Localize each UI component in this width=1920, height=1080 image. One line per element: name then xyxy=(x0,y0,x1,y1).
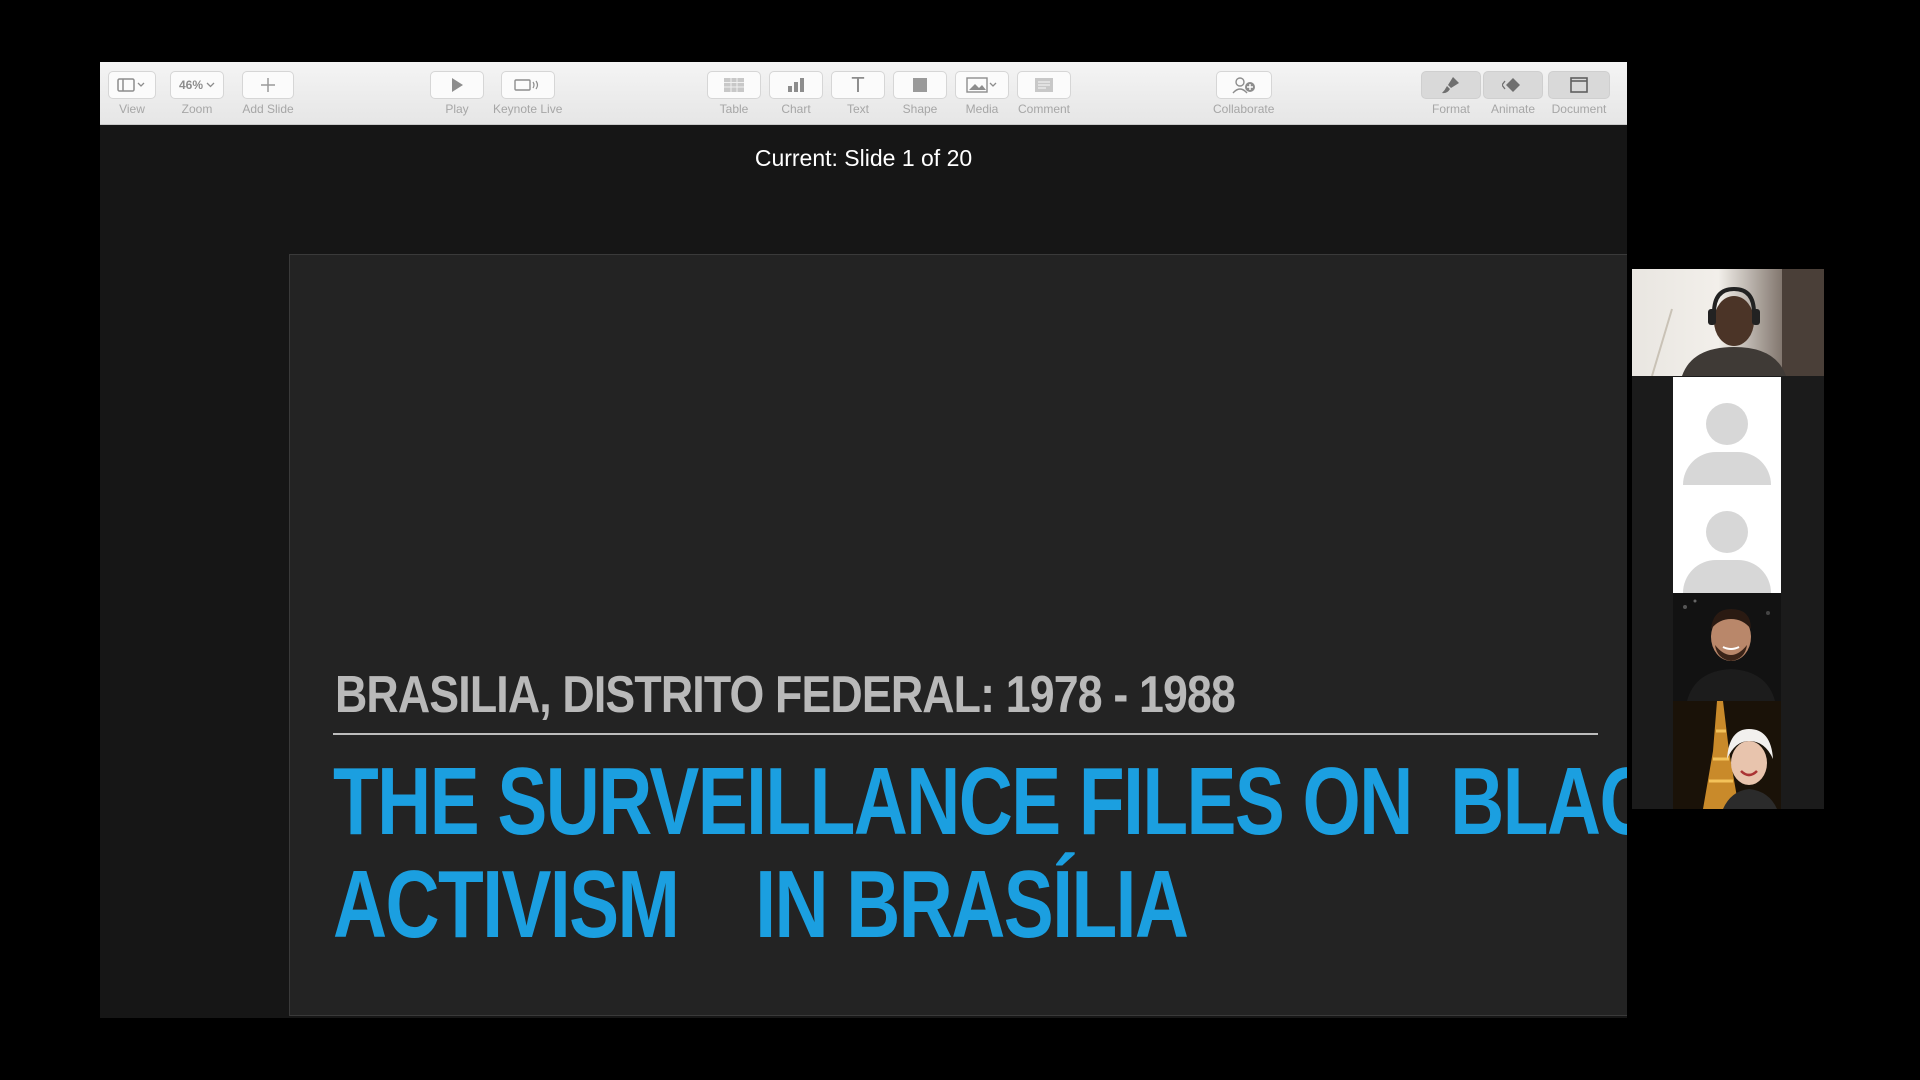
view-button[interactable] xyxy=(108,71,156,99)
play-control[interactable]: Play xyxy=(430,71,484,116)
add-slide-control[interactable]: Add Slide xyxy=(242,71,294,116)
slide-canvas[interactable]: BRASILIA, DISTRITO FEDERAL: 1978 - 1988 … xyxy=(289,254,1627,1016)
collaborate-label: Collaborate xyxy=(1213,102,1275,116)
format-button[interactable] xyxy=(1421,71,1481,99)
participant-avatar-1[interactable] xyxy=(1673,377,1781,485)
shape-button[interactable] xyxy=(893,71,947,99)
avatar-head-icon xyxy=(1706,511,1748,553)
view-label: View xyxy=(119,102,145,116)
host-video[interactable] xyxy=(1632,269,1824,376)
text-control[interactable]: T Text xyxy=(831,71,885,116)
animate-button[interactable] xyxy=(1483,71,1543,99)
view-control[interactable]: View xyxy=(108,71,156,116)
slide-subtitle[interactable]: BRASILIA, DISTRITO FEDERAL: 1978 - 1988 xyxy=(335,665,1236,725)
table-label: Table xyxy=(719,102,749,116)
comment-button[interactable] xyxy=(1017,71,1071,99)
document-button[interactable] xyxy=(1548,71,1610,99)
text-label: Text xyxy=(846,102,869,116)
plus-icon xyxy=(261,78,275,92)
person-video-icon xyxy=(1651,269,1824,376)
collaborate-icon xyxy=(1232,77,1255,94)
slide-divider xyxy=(333,733,1598,735)
comment-label: Comment xyxy=(1017,102,1070,116)
animate-control[interactable]: Animate xyxy=(1483,71,1543,116)
zoom-dropdown[interactable]: 46% xyxy=(170,71,224,99)
toolbar: View 46% Zoom Add Slide Play Keynote Liv… xyxy=(100,62,1627,125)
comment-control[interactable]: Comment xyxy=(1017,71,1071,116)
media-label: Media xyxy=(965,102,999,116)
play-button[interactable] xyxy=(430,71,484,99)
keynote-window: View 46% Zoom Add Slide Play Keynote Liv… xyxy=(100,62,1627,1018)
chart-icon xyxy=(788,78,804,92)
participant-video-2[interactable] xyxy=(1673,701,1781,809)
animate-label: Animate xyxy=(1490,102,1536,116)
keynote-live-control[interactable]: Keynote Live xyxy=(493,71,562,116)
format-label: Format xyxy=(1431,102,1470,116)
document-icon xyxy=(1570,77,1588,93)
add-slide-button[interactable] xyxy=(242,71,294,99)
zoom-label: Zoom xyxy=(181,102,213,116)
participants-panel xyxy=(1632,269,1824,809)
participant-video-1[interactable] xyxy=(1673,593,1781,701)
current-slide-indicator: Current: Slide 1 of 20 xyxy=(754,145,973,171)
table-button[interactable] xyxy=(707,71,761,99)
slide-title[interactable]: THE SURVEILLANCE FILES ON BLACK ACTIVISM… xyxy=(333,750,1627,956)
keynote-live-button[interactable] xyxy=(500,71,555,99)
format-brush-icon xyxy=(1442,77,1459,94)
participant-avatar-2[interactable] xyxy=(1673,485,1781,593)
keynote-live-icon xyxy=(513,79,538,91)
avatar-head-icon xyxy=(1706,403,1748,445)
person-video-icon xyxy=(1673,701,1781,809)
chart-label: Chart xyxy=(781,102,811,116)
add-slide-label: Add Slide xyxy=(242,102,294,116)
comment-icon xyxy=(1035,78,1053,92)
format-control[interactable]: Format xyxy=(1421,71,1481,116)
text-button[interactable]: T xyxy=(831,71,885,99)
play-icon xyxy=(452,78,463,92)
collaborate-control[interactable]: Collaborate xyxy=(1213,71,1274,116)
media-icon xyxy=(966,77,997,93)
chevron-down-icon xyxy=(206,82,215,88)
shape-icon xyxy=(913,78,927,92)
shape-label: Shape xyxy=(902,102,938,116)
sidebar-view-icon xyxy=(117,78,145,92)
chart-control[interactable]: Chart xyxy=(769,71,823,116)
zoom-value: 46% xyxy=(178,78,204,92)
table-control[interactable]: Table xyxy=(707,71,761,116)
table-icon xyxy=(724,78,744,92)
animate-icon xyxy=(1502,78,1520,92)
zoom-control[interactable]: 46% Zoom xyxy=(170,71,224,116)
person-video-icon xyxy=(1673,593,1781,701)
text-icon: T xyxy=(851,73,865,97)
collaborate-button[interactable] xyxy=(1215,71,1272,99)
avatar-body-icon xyxy=(1683,560,1771,593)
play-label: Play xyxy=(445,102,469,116)
document-label: Document xyxy=(1551,102,1607,116)
keynote-live-label: Keynote Live xyxy=(493,102,563,116)
shape-control[interactable]: Shape xyxy=(893,71,947,116)
media-button[interactable] xyxy=(955,71,1009,99)
media-control[interactable]: Media xyxy=(955,71,1009,116)
chart-button[interactable] xyxy=(769,71,823,99)
avatar-body-icon xyxy=(1683,452,1771,485)
document-control[interactable]: Document xyxy=(1548,71,1610,116)
